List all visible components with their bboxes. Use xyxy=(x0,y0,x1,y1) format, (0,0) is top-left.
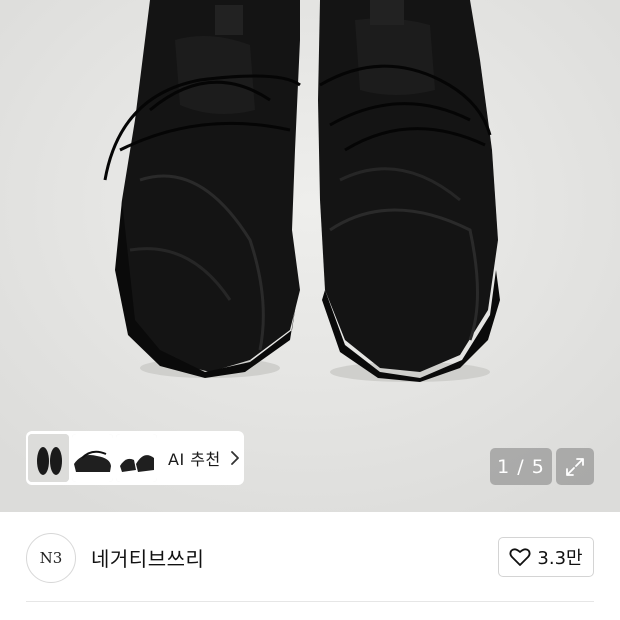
thumbnail-2[interactable] xyxy=(72,434,113,482)
heart-outline-icon xyxy=(509,548,531,566)
image-counter: 1 / 5 xyxy=(490,448,552,485)
like-count: 3.3만 xyxy=(537,548,583,569)
like-button[interactable]: 3.3만 xyxy=(498,537,594,577)
expand-button[interactable] xyxy=(556,448,594,485)
thumbnail-image xyxy=(72,434,113,482)
ai-recommend-label: AI 추천 xyxy=(168,450,221,469)
shop-logo-text: N3 xyxy=(39,549,63,567)
shop-info-bar: N3 네거티브쓰리 3.3만 xyxy=(0,512,620,602)
thumbnail-1[interactable] xyxy=(28,434,69,482)
shop-logo[interactable]: N3 xyxy=(26,533,76,583)
divider xyxy=(26,601,594,602)
thumbnail-image xyxy=(116,434,157,482)
chevron-right-icon xyxy=(230,451,239,465)
shop-name[interactable]: 네거티브쓰리 xyxy=(91,543,204,572)
ai-recommend-strip[interactable]: AI 추천 xyxy=(26,431,244,485)
thumbnail-3[interactable] xyxy=(116,434,157,482)
product-image-gallery[interactable]: AI 추천 1 / 5 xyxy=(0,0,620,512)
expand-icon xyxy=(566,457,584,476)
thumbnail-image xyxy=(28,434,69,482)
